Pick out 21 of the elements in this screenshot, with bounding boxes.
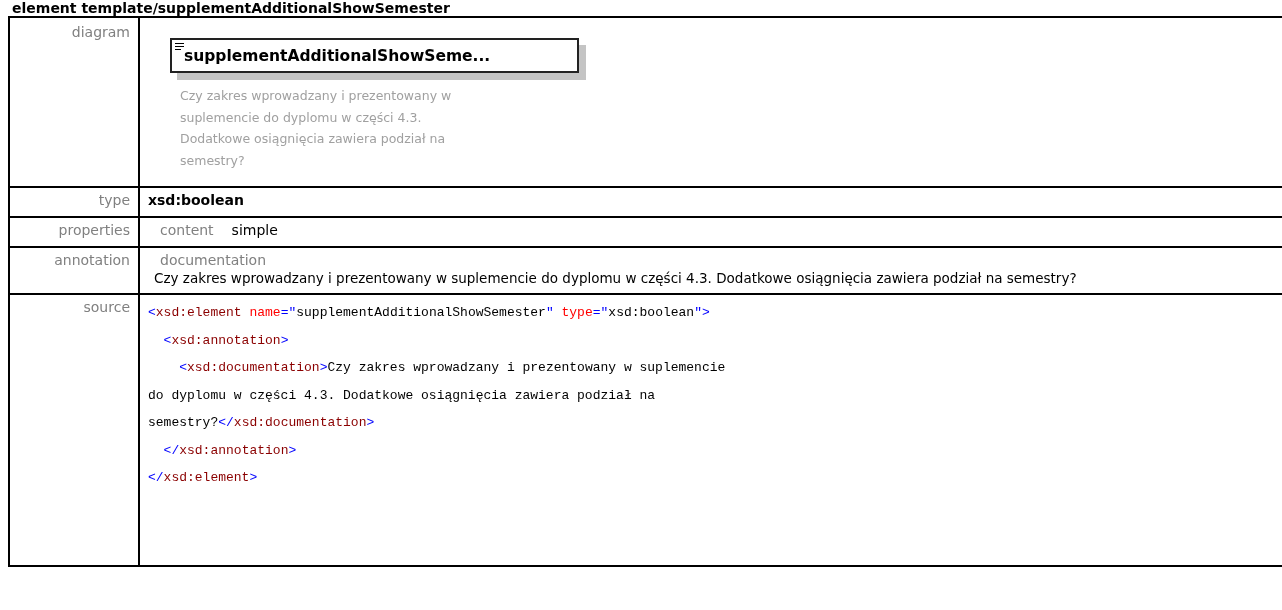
code-line: </xsd:annotation> bbox=[162, 441, 298, 460]
annotation-title: documentation bbox=[159, 252, 268, 268]
element-description: Czy zakres wprowadzany i prezentowany w suplemencie do dyplomu w części 4.3. Dodatkowe osiągnięcia zawiera podział na semestry? bbox=[180, 87, 453, 170]
code-line: do dyplomu w części 4.3. Dodatkowe osiągnięcia zawiera podział na bbox=[148, 386, 657, 405]
annotation-text: Czy zakres wprowadzany i prezentowany w suplemencie do dyplomu w części 4.3. Dodatkowe osiągnięcia zawiera podział na semestry? bbox=[153, 269, 1078, 288]
row-label: type bbox=[98, 192, 130, 208]
page-heading: element template/supplementAdditionalShowSemester bbox=[11, 0, 451, 16]
row-label: annotation bbox=[54, 252, 130, 268]
property-name: content bbox=[160, 222, 214, 238]
type-value: xsd:boolean bbox=[148, 192, 244, 208]
code-line: semestry?</xsd:documentation> bbox=[148, 414, 376, 432]
element-name: supplementAdditionalShowSeme... bbox=[184, 46, 491, 65]
row-label: source bbox=[83, 299, 130, 315]
code-line: <xsd:element name="supplementAdditionalShowSemester" type="xsd:boolean"> bbox=[148, 304, 711, 322]
row-label: diagram bbox=[71, 24, 130, 40]
lines-icon bbox=[175, 43, 184, 50]
code-line: <xsd:documentation>Czy zakres wprowadzany i prezentowany w suplemencie bbox=[178, 359, 727, 377]
property-value: simple bbox=[231, 222, 278, 238]
code-line: </xsd:element> bbox=[148, 469, 259, 487]
row-label: properties bbox=[58, 222, 130, 238]
code-line: <xsd:annotation> bbox=[162, 331, 290, 350]
